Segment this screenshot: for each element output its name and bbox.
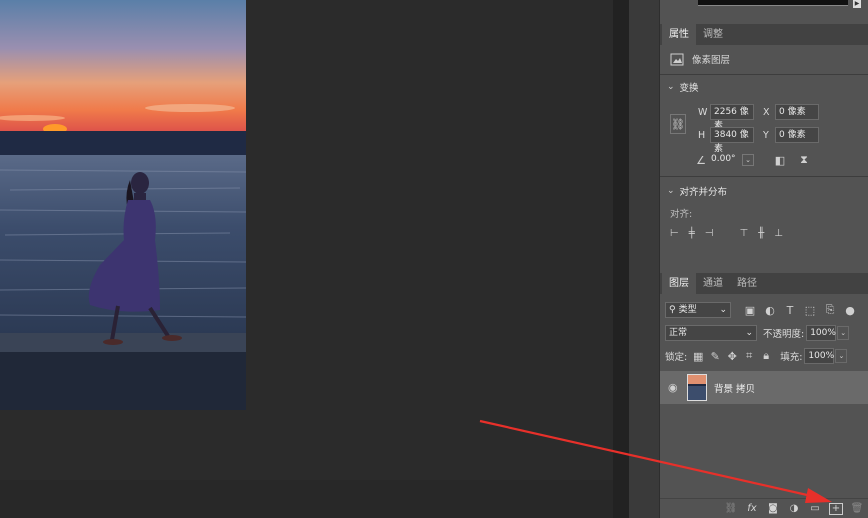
photoshop-window: ▶ 属性 调整 像素图层 ⌄ 变换 ⛓ W 2256 像素 X 0 像素 H 3… — [0, 0, 868, 518]
arrow-head — [805, 488, 832, 503]
arrow-line — [479, 419, 817, 499]
annotation-arrow — [479, 419, 832, 503]
